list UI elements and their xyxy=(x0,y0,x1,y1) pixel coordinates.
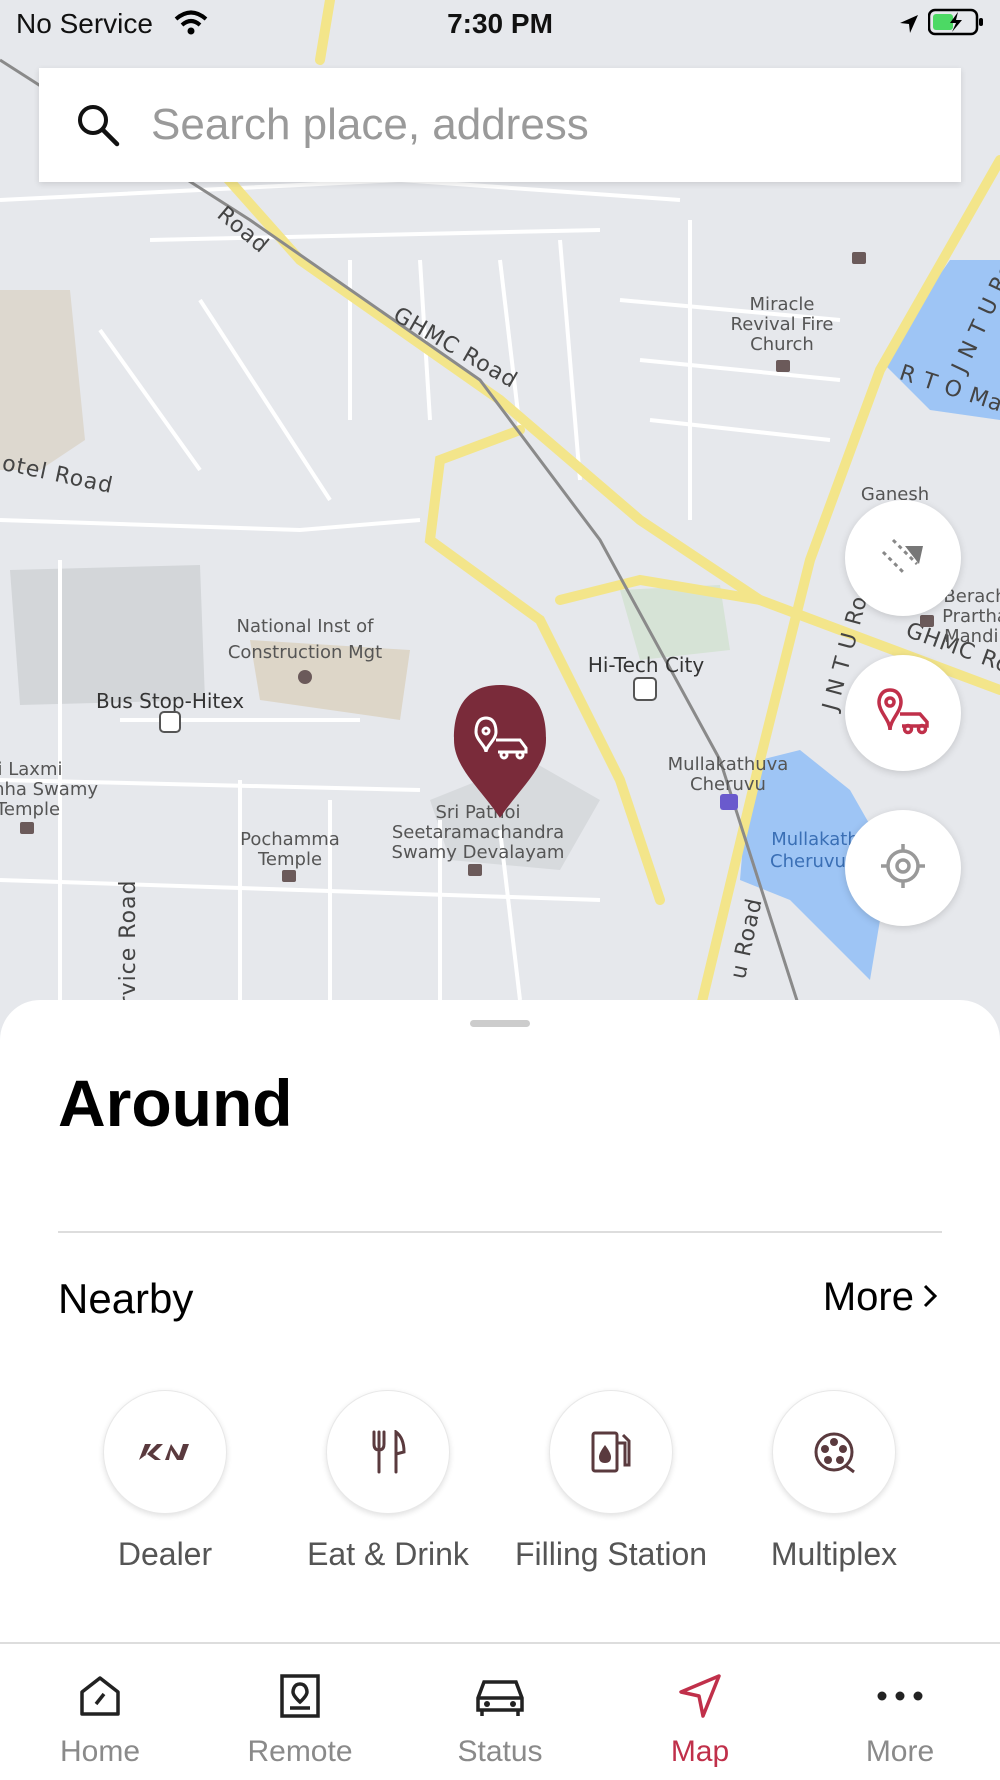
home-gauge-icon xyxy=(78,1674,122,1723)
map-label-laxmi-1: i Laxmi xyxy=(0,759,62,780)
remote-icon xyxy=(278,1674,322,1723)
tab-label: Status xyxy=(457,1735,543,1768)
map-label-pochamma-2: Temple xyxy=(257,849,322,870)
map-label-bus-stop: Bus Stop-Hitex xyxy=(96,689,244,713)
search-input[interactable] xyxy=(149,99,913,151)
map-label-nicmar-2: Construction Mgt xyxy=(228,642,382,663)
category-label: Dealer xyxy=(117,1536,213,1572)
map-label-miracle-3: Church xyxy=(750,334,814,355)
fork-knife-icon xyxy=(326,1390,450,1514)
fuel-pump-icon xyxy=(549,1390,673,1514)
tab-label: More xyxy=(865,1735,935,1768)
school-poi-icon xyxy=(298,670,312,684)
category-multiplex[interactable]: Multiplex xyxy=(734,1390,934,1572)
map-label-service-road: Service Road xyxy=(116,879,141,1010)
temple-poi-icon xyxy=(852,252,866,264)
map-label-lake-1: Mullakath xyxy=(771,829,859,850)
kia-logo-icon xyxy=(103,1390,227,1514)
map-label-laxmi-3: Temple xyxy=(0,799,60,820)
tab-label: Home xyxy=(59,1735,141,1768)
metro-station-icon xyxy=(633,677,657,701)
search-icon xyxy=(73,100,123,150)
camera-poi-icon xyxy=(720,794,738,810)
category-eat-drink[interactable]: Eat & Drink xyxy=(288,1390,488,1572)
bottom-sheet: Around Nearby More Dealer Eat & Drink Fi… xyxy=(0,1000,1000,1645)
map-label-mulla-2: Cheruvu xyxy=(690,774,766,795)
ellipsis-icon xyxy=(876,1674,924,1723)
more-link-label: More xyxy=(822,1275,914,1319)
map-label-laxmi-2: imha Swamy xyxy=(0,779,98,800)
sheet-drag-handle[interactable] xyxy=(470,1020,530,1027)
map-label-berach-2: Prartha xyxy=(942,606,1000,627)
chevron-right-icon xyxy=(922,1275,938,1320)
dealer-locate-button[interactable] xyxy=(845,655,961,771)
map-label-temple-3: Swamy Devalayam xyxy=(392,842,565,863)
map-label-miracle-2: Revival Fire xyxy=(731,314,834,335)
my-location-button[interactable] xyxy=(845,810,961,926)
more-link[interactable]: More xyxy=(823,1275,938,1320)
map-label-miracle-1: Miracle xyxy=(750,294,815,315)
search-bar[interactable] xyxy=(39,68,961,182)
film-reel-icon xyxy=(772,1390,896,1514)
map-label-temple-2: Seetaramachandra xyxy=(392,822,564,843)
tab-map[interactable]: Map xyxy=(600,1644,800,1780)
tab-status[interactable]: Status xyxy=(400,1644,600,1780)
navigation-arrow-icon xyxy=(677,1674,723,1723)
bottom-tab-bar: Home Remote Status Map More xyxy=(0,1642,1000,1780)
temple-poi-icon xyxy=(776,360,790,372)
category-label: Multiplex xyxy=(770,1536,898,1572)
clock: 7:30 PM xyxy=(447,8,553,39)
car-icon xyxy=(474,1674,526,1723)
category-label: Filling Station xyxy=(514,1536,708,1572)
temple-poi-icon xyxy=(468,864,482,876)
pin-truck-icon xyxy=(874,686,932,741)
map-label-mulla-1: Mullakathuva xyxy=(668,754,789,775)
status-bar: No Service 7:30 PM xyxy=(0,0,1000,50)
map-label-pochamma-1: Pochamma xyxy=(240,829,340,850)
category-dealer[interactable]: Dealer xyxy=(65,1390,265,1572)
category-filling-station[interactable]: Filling Station xyxy=(511,1390,711,1572)
temple-poi-icon xyxy=(920,615,934,627)
map-label-nicmar-1: National Inst of xyxy=(237,616,375,637)
locate-target-icon xyxy=(879,842,927,895)
category-label: Eat & Drink xyxy=(307,1536,469,1572)
location-arrow-icon xyxy=(898,10,920,42)
temple-poi-icon xyxy=(282,870,296,882)
temple-poi-icon xyxy=(20,822,34,834)
tab-label: Map xyxy=(670,1735,730,1768)
battery-icon xyxy=(927,8,984,43)
route-arrow-icon xyxy=(875,528,931,589)
section-title-nearby: Nearby xyxy=(58,1275,194,1322)
map-layers-button[interactable] xyxy=(845,500,961,616)
tab-label: Remote xyxy=(247,1735,353,1768)
map-label-berach-3: Mandir xyxy=(944,626,1000,647)
tab-more[interactable]: More xyxy=(800,1644,1000,1780)
bus-stop-icon xyxy=(159,711,181,733)
sheet-title: Around xyxy=(58,1066,293,1140)
tab-home[interactable]: Home xyxy=(0,1644,200,1780)
nearby-categories: Dealer Eat & Drink Filling Station Multi… xyxy=(0,1390,1000,1610)
tab-remote[interactable]: Remote xyxy=(200,1644,400,1780)
map-label-hitech: Hi-Tech City xyxy=(588,653,704,677)
divider xyxy=(58,1231,942,1233)
map-label-lake-2: Cheruvu xyxy=(770,851,846,872)
